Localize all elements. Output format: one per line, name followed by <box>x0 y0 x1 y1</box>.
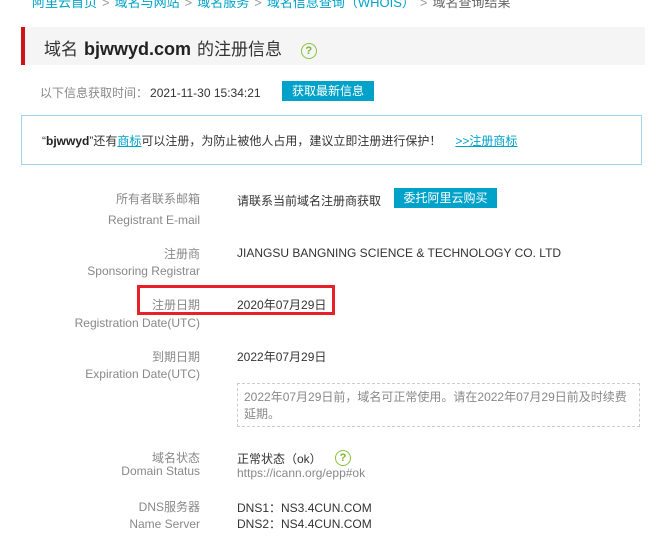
expiration-note: 2022年07月29日前，域名可正常使用。请在2022年07月29日前及时续费延… <box>237 383 640 427</box>
page-title-prefix: 域名 <box>44 40 78 59</box>
page-title-suffix: 的注册信息 <box>197 40 283 59</box>
notice-text-a: 还有 <box>93 134 118 148</box>
status-value: 正常状态（ok） <box>237 452 322 466</box>
breadcrumb-link-home[interactable]: 阿里云首页 <box>32 0 97 10</box>
trademark-notice: “bjwwyd”还有商标可以注册，为防止被他人占用，建议立即注册进行保护！ >>注… <box>21 115 642 165</box>
expiration-date-label-en: Expiration Date(UTC) <box>85 367 200 381</box>
entrust-purchase-button[interactable]: 委托阿里云购买 <box>394 188 497 208</box>
status-help-icon[interactable]: ? <box>335 450 352 467</box>
registrar-value: JIANGSU BANGNING SCIENCE & TECHNOLOGY CO… <box>237 246 562 260</box>
notice-text-b: 可以注册，为防止被他人占用，建议立即注册进行保护！ <box>141 134 442 148</box>
expiration-date-value: 2022年07月29日 <box>237 350 327 364</box>
breadcrumb-separator: > <box>184 0 193 10</box>
status-value-row: 正常状态（ok） ? <box>237 450 352 467</box>
status-url[interactable]: https://icann.org/epp#ok <box>237 466 365 480</box>
registrar-label-en: Sponsoring Registrar <box>87 264 200 278</box>
breadcrumb-separator: > <box>102 0 110 10</box>
page-title-bar: 域名 bjwwyd.com 的注册信息 ? <box>21 27 645 65</box>
registration-date-label-cn: 注册日期 <box>151 298 200 312</box>
status-label-en: Domain Status <box>121 464 200 478</box>
question-help-icon[interactable]: ? <box>300 42 317 59</box>
register-trademark-link[interactable]: >>注册商标 <box>455 134 517 148</box>
breadcrumb: 阿里云首页 > 域名与网站 > 域名服务 > 域名信息查询（WHOIS） > 域名查询结果 <box>32 0 511 11</box>
email-label-en: Registrant E-mail <box>107 213 200 227</box>
refresh-info-button[interactable]: 获取最新信息 <box>282 81 374 101</box>
expiration-date-label-cn: 到期日期 <box>151 350 200 364</box>
dns-server-1: DNS1：NS3.4CUN.COM <box>237 501 372 515</box>
fetch-time-value: 2021-11-30 15:34:21 <box>150 86 261 100</box>
trademark-notice-text: “bjwwyd”还有商标可以注册，为防止被他人占用，建议立即注册进行保护！ >>注… <box>42 132 517 149</box>
breadcrumb-link-domains-sites[interactable]: 域名与网站 <box>115 0 180 10</box>
registrar-label-cn: 注册商 <box>163 247 200 261</box>
email-value: 请联系当前域名注册商获取 <box>237 194 382 208</box>
breadcrumb-separator: > <box>254 0 262 10</box>
dns-label-en: Name Server <box>129 517 200 531</box>
dns-label-cn: DNS服务器 <box>138 500 200 514</box>
breadcrumb-current: 域名查询结果 <box>432 0 511 10</box>
trademark-link[interactable]: 商标 <box>117 134 141 148</box>
dns-server-2: DNS2：NS4.4CUN.COM <box>237 517 372 531</box>
breadcrumb-separator: > <box>419 0 428 10</box>
fetch-time-row: 以下信息获取时间： 2021-11-30 15:34:21 <box>40 84 261 101</box>
notice-name: bjwwyd <box>46 134 90 148</box>
breadcrumb-link-whois[interactable]: 域名信息查询（WHOIS） <box>267 0 415 10</box>
breadcrumb-link-domain-service[interactable]: 域名服务 <box>197 0 249 10</box>
registration-date-value: 2020年07月29日 <box>237 298 327 312</box>
page-title-domain: bjwwyd.com <box>84 39 192 59</box>
fetch-time-label: 以下信息获取时间： <box>40 86 149 100</box>
email-label-cn: 所有者联系邮箱 <box>115 192 200 206</box>
page-title: 域名 bjwwyd.com 的注册信息 ? <box>44 35 317 60</box>
registration-date-label-en: Registration Date(UTC) <box>74 316 200 330</box>
